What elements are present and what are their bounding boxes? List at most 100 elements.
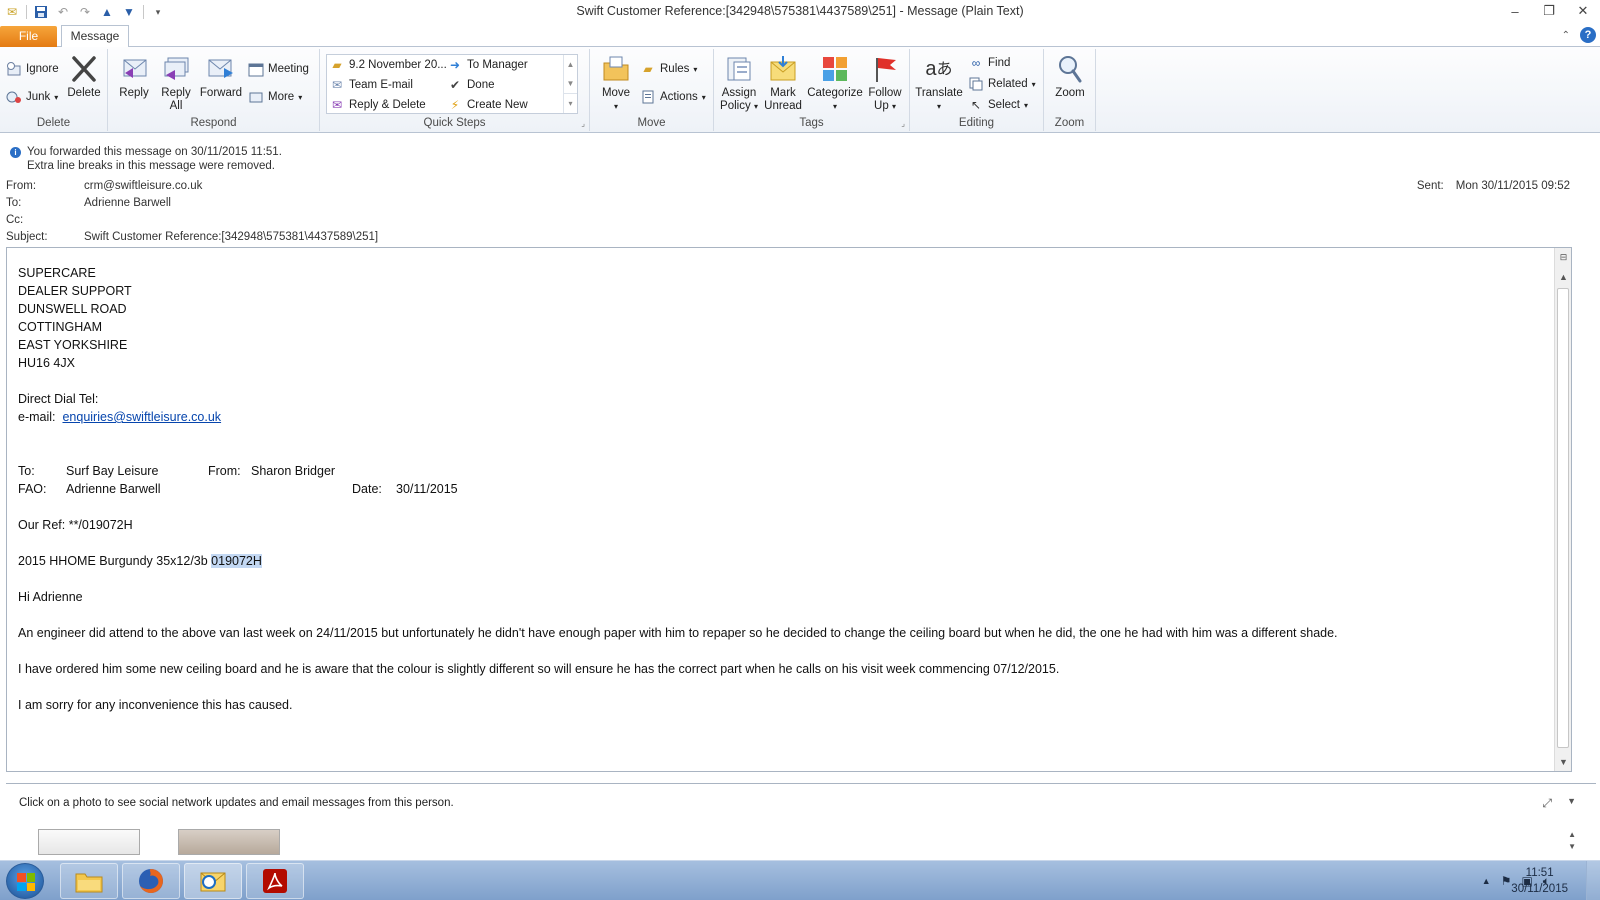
delete-button[interactable]: Delete [64,53,104,100]
related-button[interactable]: Related ▾ [968,74,1036,94]
collapse-ribbon-icon[interactable]: ⌃ [1562,30,1570,41]
info-bar: i You forwarded this message on 30/11/201… [10,145,282,173]
show-hidden-icons-icon[interactable]: ▲ [1482,876,1491,886]
start-button[interactable] [6,863,44,899]
forward-button[interactable]: Forward [198,53,244,100]
mark-unread-button[interactable]: Mark Unread [762,53,804,113]
ignore-icon [6,61,22,77]
rules-button[interactable]: ▰ Rules ▾ [640,59,697,79]
taskbar-acrobat[interactable] [246,863,304,899]
follow-up-button[interactable]: Follow Up ▾ [864,53,906,113]
close-button[interactable]: ✕ [1566,0,1600,22]
selected-text[interactable]: 019072H [211,554,262,568]
quick-step-item[interactable]: ✔ Done [447,75,495,95]
checkmark-icon: ✔ [449,78,461,92]
scroll-up-icon[interactable]: ▲ [564,55,577,74]
ribbon-tabs: File Message ⌃ ? [0,24,1600,48]
actions-icon [640,89,656,105]
split-icon[interactable]: ⊟ [1555,250,1572,264]
scroll-down-icon[interactable]: ▼ [1568,842,1576,851]
reply-all-button[interactable]: Reply All [156,53,196,113]
scroll-down-icon[interactable]: ▼ [564,74,577,93]
chevron-down-icon: ▾ [613,102,618,111]
expand-gallery-icon[interactable]: ▾ [564,93,577,112]
scroll-up-icon[interactable]: ▲ [1555,270,1572,284]
group-label-quick-steps: Quick Steps [423,117,486,129]
scrollbar-thumb[interactable] [1557,288,1569,748]
assign-policy-button[interactable]: Assign Policy ▾ [718,53,760,113]
paragraph: I have ordered him some new ceiling boar… [18,662,1060,676]
translate-button[interactable]: aあ Translate ▾ [914,53,964,113]
folder-icon [75,873,103,893]
action-center-flag-icon[interactable]: ⚑ [1501,874,1512,888]
recipient-name[interactable]: Adrienne Barwell [84,197,171,209]
paragraph: An engineer did attend to the above van … [18,626,1338,640]
email-link[interactable]: enquiries@swiftleisure.co.uk [62,410,221,424]
categorize-button[interactable]: Categorize ▾ [806,53,864,113]
taskbar: ▲ ⚑ ▣ 🔈︎ 11:51 30/11/2015 [0,860,1600,900]
taskbar-explorer[interactable] [60,863,118,899]
expand-pane-icon[interactable]: ⤢ [1542,796,1552,811]
quick-step-item[interactable]: ✉ Reply & Delete [329,95,426,115]
move-button[interactable]: Move ▾ [598,53,634,113]
reply-icon [118,53,150,85]
address-line: HU16 4JX [18,356,75,370]
chevron-down-icon: ▾ [753,102,758,111]
quick-step-item[interactable]: ✉ Team E-mail [329,75,413,95]
reply-delete-icon: ✉ [331,98,343,112]
group-label-zoom: Zoom [1054,117,1085,129]
actions-button[interactable]: Actions ▾ [640,87,706,107]
windows-logo-icon [17,873,35,891]
quick-step-item[interactable]: ⚡ Create New [447,95,528,115]
subject-row: Subject: Swift Customer Reference:[342948… [6,231,379,243]
more-respond-button[interactable]: More ▾ [248,87,302,107]
chevron-down-icon: ▾ [1023,100,1028,110]
find-button[interactable]: ∞ Find [968,53,1011,73]
taskbar-outlook[interactable] [184,863,242,899]
chevron-down-icon: ▾ [936,102,941,111]
message-body[interactable]: SUPERCARE DEALER SUPPORT DUNSWELL ROAD C… [6,247,1572,772]
dialog-launcher-icon[interactable]: ⌟ [901,119,905,128]
tab-message[interactable]: Message [61,25,129,48]
rules-icon: ▰ [643,62,653,76]
dialog-launcher-icon[interactable]: ⌟ [581,119,585,128]
quick-steps-gallery: ▰ 9.2 November 20... ➜ To Manager ✉ Team… [326,54,578,114]
sender-address[interactable]: crm@swiftleisure.co.uk [84,180,202,192]
junk-button[interactable]: Junk ▾ [6,87,58,107]
quick-steps-scrollbar[interactable]: ▲ ▼ ▾ [563,55,577,113]
scroll-up-icon[interactable]: ▲ [1568,830,1576,839]
select-button[interactable]: ↖ Select ▾ [968,95,1028,115]
people-pane-message: Click on a photo to see social network u… [19,797,454,809]
mark-unread-icon [767,53,799,85]
clock[interactable]: 11:51 30/11/2015 [1511,865,1568,897]
collapse-pane-icon[interactable]: ▼ [1567,796,1576,806]
vertical-scrollbar[interactable]: ⊟ ▲ ▼ [1554,248,1571,771]
info-icon: i [10,147,21,158]
chevron-down-icon: ▾ [1031,79,1036,89]
group-label-editing: Editing [958,117,995,129]
quick-step-item[interactable]: ➜ To Manager [447,55,528,75]
scroll-down-icon[interactable]: ▼ [1555,755,1572,769]
tab-file[interactable]: File [0,26,57,47]
subject-value: Swift Customer Reference:[342948\575381\… [84,231,379,243]
contact-photo[interactable] [178,829,280,855]
chevron-down-icon: ▾ [701,92,706,102]
show-desktop-button[interactable] [1586,861,1600,900]
help-icon[interactable]: ? [1580,27,1596,43]
ignore-button[interactable]: Ignore [6,59,59,79]
team-email-icon: ✉ [331,78,343,92]
meeting-button[interactable]: Meeting [248,59,309,79]
chevron-down-icon: ▾ [298,92,303,102]
quick-step-item[interactable]: ▰ 9.2 November 20... [329,55,446,75]
cc-row: Cc: [6,214,24,226]
folder-move-icon: ▰ [332,58,342,72]
taskbar-firefox[interactable] [122,863,180,899]
contact-photo[interactable] [38,829,140,855]
minimize-button[interactable]: – [1498,0,1532,22]
move-group: Move ▾ ▰ Rules ▾ Actions ▾ Move [590,49,714,131]
group-label-tags: Tags [799,117,824,129]
maximize-button[interactable]: ❐ [1532,0,1566,22]
reply-button[interactable]: Reply [114,53,154,100]
paragraph: I am sorry for any inconvenience this ha… [18,698,293,712]
zoom-button[interactable]: Zoom [1050,53,1090,100]
